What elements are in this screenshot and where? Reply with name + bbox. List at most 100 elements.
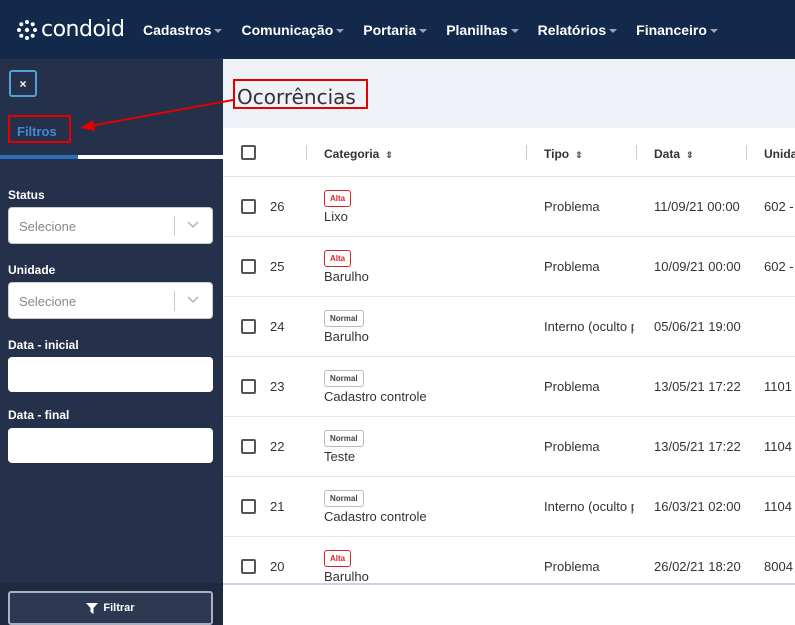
table-bottom-border	[223, 583, 795, 585]
unidade-label: Unidade	[8, 263, 56, 277]
row-categoria: Lixo	[324, 209, 348, 224]
column-separator	[746, 145, 747, 160]
priority-badge: Normal	[324, 490, 364, 507]
row-tipo: Interno (oculto p	[544, 319, 634, 334]
priority-badge: Normal	[324, 310, 364, 327]
nav-financeiro[interactable]: Financeiro	[636, 22, 718, 38]
row-categoria: Cadastro controle	[324, 509, 427, 524]
close-icon: ×	[19, 76, 27, 91]
data-final-input[interactable]	[8, 428, 213, 463]
table-row[interactable]: 22 Normal Teste Problema 13/05/21 17:22 …	[223, 417, 795, 477]
priority-badge: Normal	[324, 370, 364, 387]
close-sidebar-button[interactable]: ×	[9, 70, 37, 97]
table-row[interactable]: 26 Alta Lixo Problema 11/09/21 00:00 602…	[223, 177, 795, 237]
logo-icon	[17, 19, 37, 40]
row-id: 25	[270, 259, 285, 274]
row-checkbox[interactable]	[241, 499, 256, 514]
priority-badge: Alta	[324, 550, 352, 567]
data-inicial-label: Data - inicial	[8, 338, 79, 352]
column-separator	[526, 145, 527, 160]
sort-icon: ⇕	[575, 150, 583, 160]
filter-button-label: Filtrar	[103, 602, 135, 614]
filter-button[interactable]: Filtrar	[8, 591, 213, 625]
row-categoria: Barulho	[324, 569, 369, 583]
priority-badge: Alta	[324, 190, 352, 207]
row-data: 11/09/21 00:00	[654, 199, 740, 214]
select-all-checkbox[interactable]	[241, 145, 256, 160]
chevron-down-icon	[336, 28, 345, 33]
row-unidade: 602 -	[764, 199, 794, 214]
row-data: 26/02/21 18:20	[654, 559, 741, 574]
nav-label: Cadastros	[143, 21, 212, 38]
row-id: 22	[270, 439, 285, 454]
column-label: Tipo	[544, 147, 570, 161]
row-tipo: Problema	[544, 559, 600, 574]
chevron-down-icon[interactable]	[186, 217, 200, 231]
row-checkbox[interactable]	[241, 319, 256, 334]
priority-badge: Alta	[324, 250, 352, 267]
row-checkbox[interactable]	[241, 199, 256, 214]
nav-portaria[interactable]: Portaria	[363, 21, 428, 38]
chevron-down-icon[interactable]	[186, 292, 200, 306]
row-checkbox[interactable]	[241, 379, 256, 394]
row-unidade: 1104 -	[764, 439, 795, 454]
nav-label: Portaria	[363, 21, 417, 38]
row-categoria: Barulho	[324, 329, 369, 344]
column-label: Unida	[764, 147, 795, 161]
nav-label: Relatórios	[537, 21, 607, 38]
nav-relatorios[interactable]: Relatórios	[537, 21, 618, 38]
status-select[interactable]: Selecione	[8, 207, 213, 244]
priority-badge: Normal	[324, 430, 364, 447]
table-row[interactable]: 23 Normal Cadastro controle Problema 13/…	[223, 357, 795, 417]
row-id: 26	[270, 199, 285, 214]
select-separator	[174, 291, 175, 311]
row-data: 10/09/21 00:00	[654, 259, 741, 274]
top-navbar: condoid Cadastros Comunicação Portaria P…	[0, 0, 795, 59]
table-row[interactable]: 20 Alta Barulho Problema 26/02/21 18:20 …	[223, 537, 795, 583]
column-data[interactable]: Data ⇕	[654, 147, 694, 161]
row-checkbox[interactable]	[241, 439, 256, 454]
row-tipo: Problema	[544, 439, 600, 454]
data-final-label: Data - final	[8, 408, 70, 422]
table-row[interactable]: 25 Alta Barulho Problema 10/09/21 00:00 …	[223, 237, 795, 297]
row-checkbox[interactable]	[241, 559, 256, 574]
status-placeholder: Selecione	[19, 219, 77, 234]
nav-comunicacao[interactable]: Comunicação	[241, 22, 345, 38]
select-separator	[174, 216, 175, 236]
column-tipo[interactable]: Tipo ⇕	[544, 147, 583, 161]
table-header: Categoria ⇕ Tipo ⇕ Data ⇕ Unida	[223, 128, 795, 177]
tab-underline	[78, 155, 223, 159]
table-row[interactable]: 21 Normal Cadastro controle Interno (ocu…	[223, 477, 795, 537]
column-separator	[306, 145, 307, 160]
row-tipo: Problema	[544, 259, 600, 274]
logo-text: condoid	[41, 17, 125, 42]
row-unidade: 1104 -	[764, 499, 795, 514]
column-unidade[interactable]: Unida	[764, 147, 795, 161]
row-tipo: Problema	[544, 379, 600, 394]
tab-active-indicator	[0, 155, 78, 159]
row-id: 20	[270, 559, 285, 574]
row-tipo: Interno (oculto p	[544, 499, 634, 514]
row-id: 24	[270, 319, 285, 334]
data-inicial-input[interactable]	[8, 357, 213, 392]
row-tipo: Problema	[544, 199, 600, 214]
column-label: Categoria	[324, 147, 380, 161]
table-row[interactable]: 24 Normal Barulho Interno (oculto p 05/0…	[223, 297, 795, 357]
nav-cadastros[interactable]: Cadastros	[143, 21, 223, 38]
sort-icon: ⇕	[385, 150, 393, 160]
row-checkbox[interactable]	[241, 259, 256, 274]
row-data: 16/03/21 02:00	[654, 499, 741, 514]
funnel-icon	[86, 602, 99, 614]
title-bar: Ocorrências	[223, 59, 795, 128]
nav-planilhas[interactable]: Planilhas	[446, 22, 519, 38]
main-content: Ocorrências Categoria ⇕ Tipo ⇕ Data ⇕ Unida…	[223, 59, 795, 625]
column-categoria[interactable]: Categoria ⇕	[324, 147, 393, 161]
column-label: Data	[654, 147, 681, 161]
condoid-logo[interactable]: condoid	[16, 17, 128, 42]
row-id: 23	[270, 379, 285, 394]
unidade-select[interactable]: Selecione	[8, 282, 213, 319]
chevron-down-icon	[609, 28, 618, 33]
filter-sidebar: × Filtros Status Selecione Unidade Selec…	[0, 59, 223, 625]
sort-icon: ⇕	[686, 150, 694, 160]
tab-filtros[interactable]: Filtros	[17, 124, 57, 139]
